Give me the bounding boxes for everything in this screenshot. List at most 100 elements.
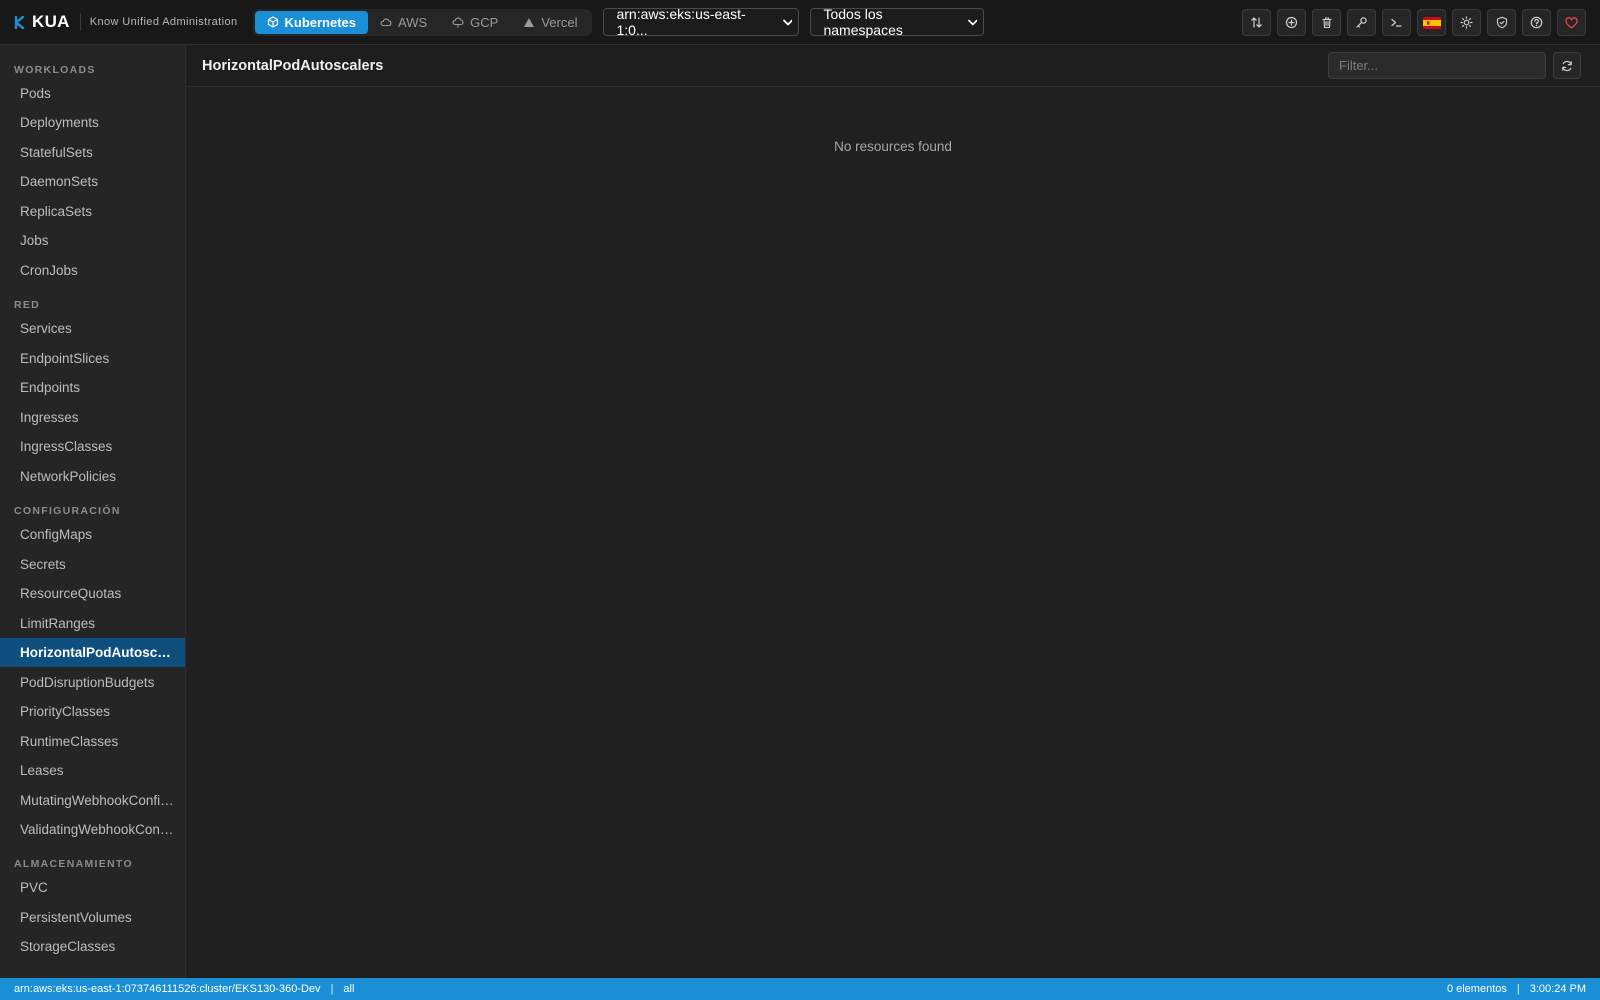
trash-icon <box>1321 17 1332 29</box>
triangle-icon <box>524 17 535 27</box>
sun-icon <box>1460 16 1473 29</box>
delete-button[interactable] <box>1312 9 1341 36</box>
sidebar-item-statefulsets[interactable]: StatefulSets <box>0 138 185 167</box>
sidebar-item-secrets[interactable]: Secrets <box>0 550 185 579</box>
status-context: arn:aws:eks:us-east-1:073746111526:clust… <box>14 983 321 995</box>
tab-kubernetes[interactable]: Kubernetes <box>254 10 369 34</box>
help-button[interactable] <box>1522 9 1551 36</box>
sidebar-item-label: Pods <box>20 86 51 101</box>
terminal-button[interactable] <box>1382 9 1411 36</box>
cloud-icon <box>380 18 392 27</box>
sidebar-item-label: Secrets <box>20 557 66 572</box>
tab-vercel-label: Vercel <box>541 14 578 30</box>
kua-logo-icon <box>14 15 26 29</box>
sidebar-item-label: ReplicaSets <box>20 204 93 219</box>
heart-icon <box>1565 16 1578 28</box>
sidebar-item-deployments[interactable]: Deployments <box>0 108 185 137</box>
sidebar-item-mutatingwebhookconfigurations[interactable]: MutatingWebhookConfigurations <box>0 786 185 815</box>
sidebar-item-validatingwebhookconfigurations[interactable]: ValidatingWebhookConfigurations <box>0 815 185 844</box>
sidebar-item-horizontalpodautoscalers[interactable]: HorizontalPodAutoscalers <box>0 638 185 667</box>
sidebar-item-label: Jobs <box>20 233 49 248</box>
sidebar-item-label: CronJobs <box>20 263 78 278</box>
tab-gcp-label: GCP <box>470 14 499 30</box>
terminal-icon <box>1391 18 1402 27</box>
sidebar-item-leases[interactable]: Leases <box>0 756 185 785</box>
sidebar-item-label: PriorityClasses <box>20 704 111 719</box>
gcp-cloud-icon <box>452 17 464 27</box>
sidebar-item-label: Deployments <box>20 115 99 130</box>
status-bar: arn:aws:eks:us-east-1:073746111526:clust… <box>0 978 1600 1000</box>
sidebar-item-label: NetworkPolicies <box>20 469 117 484</box>
cube-icon <box>267 16 278 28</box>
cloud-provider-tabs: Kubernetes AWS GCP Vercel <box>252 8 593 36</box>
sidebar-item-label: Services <box>20 321 72 336</box>
sidebar-item-endpoints[interactable]: Endpoints <box>0 373 185 402</box>
sidebar-item-label: IngressClasses <box>20 439 113 454</box>
sidebar-item-label: EndpointSlices <box>20 351 110 366</box>
main-header: HorizontalPodAutoscalers <box>186 45 1600 87</box>
sidebar-item-label: Endpoints <box>20 380 81 395</box>
refresh-icon <box>1562 60 1572 71</box>
sidebar-item-daemonsets[interactable]: DaemonSets <box>0 167 185 196</box>
context-select[interactable]: arn:aws:eks:us-east-1:0... <box>603 6 800 38</box>
sidebar-item-label: RuntimeClasses <box>20 734 119 749</box>
sidebar-item-pvc[interactable]: PVC <box>0 873 185 902</box>
tab-kubernetes-label: Kubernetes <box>284 14 357 30</box>
security-button[interactable] <box>1487 9 1516 36</box>
sidebar-item-limitranges[interactable]: LimitRanges <box>0 609 185 638</box>
sidebar-item-poddisruptionbudgets[interactable]: PodDisruptionBudgets <box>0 668 185 697</box>
sidebar-item-ingressclasses[interactable]: IngressClasses <box>0 432 185 461</box>
app-name: KUA <box>32 12 70 31</box>
sidebar-item-cronjobs[interactable]: CronJobs <box>0 256 185 285</box>
sidebar-item-label: LimitRanges <box>20 616 96 631</box>
sidebar-item-label: Leases <box>20 763 64 778</box>
sidebar-item-replicasets[interactable]: ReplicaSets <box>0 197 185 226</box>
toolbar <box>1242 9 1586 36</box>
theme-toggle-button[interactable] <box>1452 9 1481 36</box>
status-item-count: 0 elementos <box>1446 983 1507 995</box>
language-button[interactable] <box>1417 9 1446 36</box>
sidebar-item-label: PersistentVolumes <box>20 910 132 925</box>
section-title-red: RED <box>14 299 41 311</box>
favorites-button[interactable] <box>1557 9 1586 36</box>
tab-gcp[interactable]: GCP <box>440 11 511 34</box>
tab-aws[interactable]: AWS <box>368 11 440 34</box>
sidebar-item-jobs[interactable]: Jobs <box>0 226 185 255</box>
sidebar-item-priorityclasses[interactable]: PriorityClasses <box>0 697 185 726</box>
port-forward-icon <box>1251 17 1262 28</box>
section-title-configuracion: CONFIGURACIÓN <box>14 505 121 517</box>
sidebar-item-networkpolicies[interactable]: NetworkPolicies <box>0 462 185 491</box>
sidebar-item-label: ValidatingWebhookConfigurations <box>20 822 175 837</box>
sidebar-item-configmaps[interactable]: ConfigMaps <box>0 520 185 549</box>
brand[interactable]: KUA Know Unified Administration <box>14 0 238 45</box>
filter-input[interactable] <box>1328 52 1546 79</box>
sidebar-item-storageclasses[interactable]: StorageClasses <box>0 932 185 961</box>
sidebar-item-pods[interactable]: Pods <box>0 79 185 108</box>
brand-divider <box>79 13 81 31</box>
sidebar-item-label: HorizontalPodAutoscalers <box>20 645 175 660</box>
chevron-down-icon <box>967 19 978 25</box>
sidebar-item-resourcequotas[interactable]: ResourceQuotas <box>0 579 185 608</box>
sidebar-item-label: DaemonSets <box>20 174 99 189</box>
sidebar-item-label: ConfigMaps <box>20 527 93 542</box>
sidebar-item-endpointslices[interactable]: EndpointSlices <box>0 344 185 373</box>
sidebar-item-ingresses[interactable]: Ingresses <box>0 403 185 432</box>
refresh-button[interactable] <box>1553 52 1581 79</box>
status-namespace: all <box>343 983 355 995</box>
app-subtitle: Know Unified Administration <box>89 16 238 28</box>
section-title-almacenamiento: ALMACENAMIENTO <box>14 858 133 870</box>
sidebar-item-label: StatefulSets <box>20 145 93 160</box>
key-icon <box>1356 17 1367 28</box>
shield-icon <box>1496 16 1507 29</box>
sidebar-item-persistentvolumes[interactable]: PersistentVolumes <box>0 903 185 932</box>
tab-vercel[interactable]: Vercel <box>511 11 590 34</box>
port-forward-button[interactable] <box>1242 9 1271 36</box>
sidebar-item-label: MutatingWebhookConfigurations <box>20 793 175 808</box>
credentials-button[interactable] <box>1347 9 1376 36</box>
sidebar-item-services[interactable]: Services <box>0 314 185 343</box>
tab-aws-label: AWS <box>398 14 428 30</box>
create-resource-button[interactable] <box>1277 9 1306 36</box>
sidebar-item-label: PVC <box>20 880 48 895</box>
namespace-select[interactable]: Todos los namespaces <box>810 6 985 38</box>
sidebar-item-runtimeclasses[interactable]: RuntimeClasses <box>0 727 185 756</box>
